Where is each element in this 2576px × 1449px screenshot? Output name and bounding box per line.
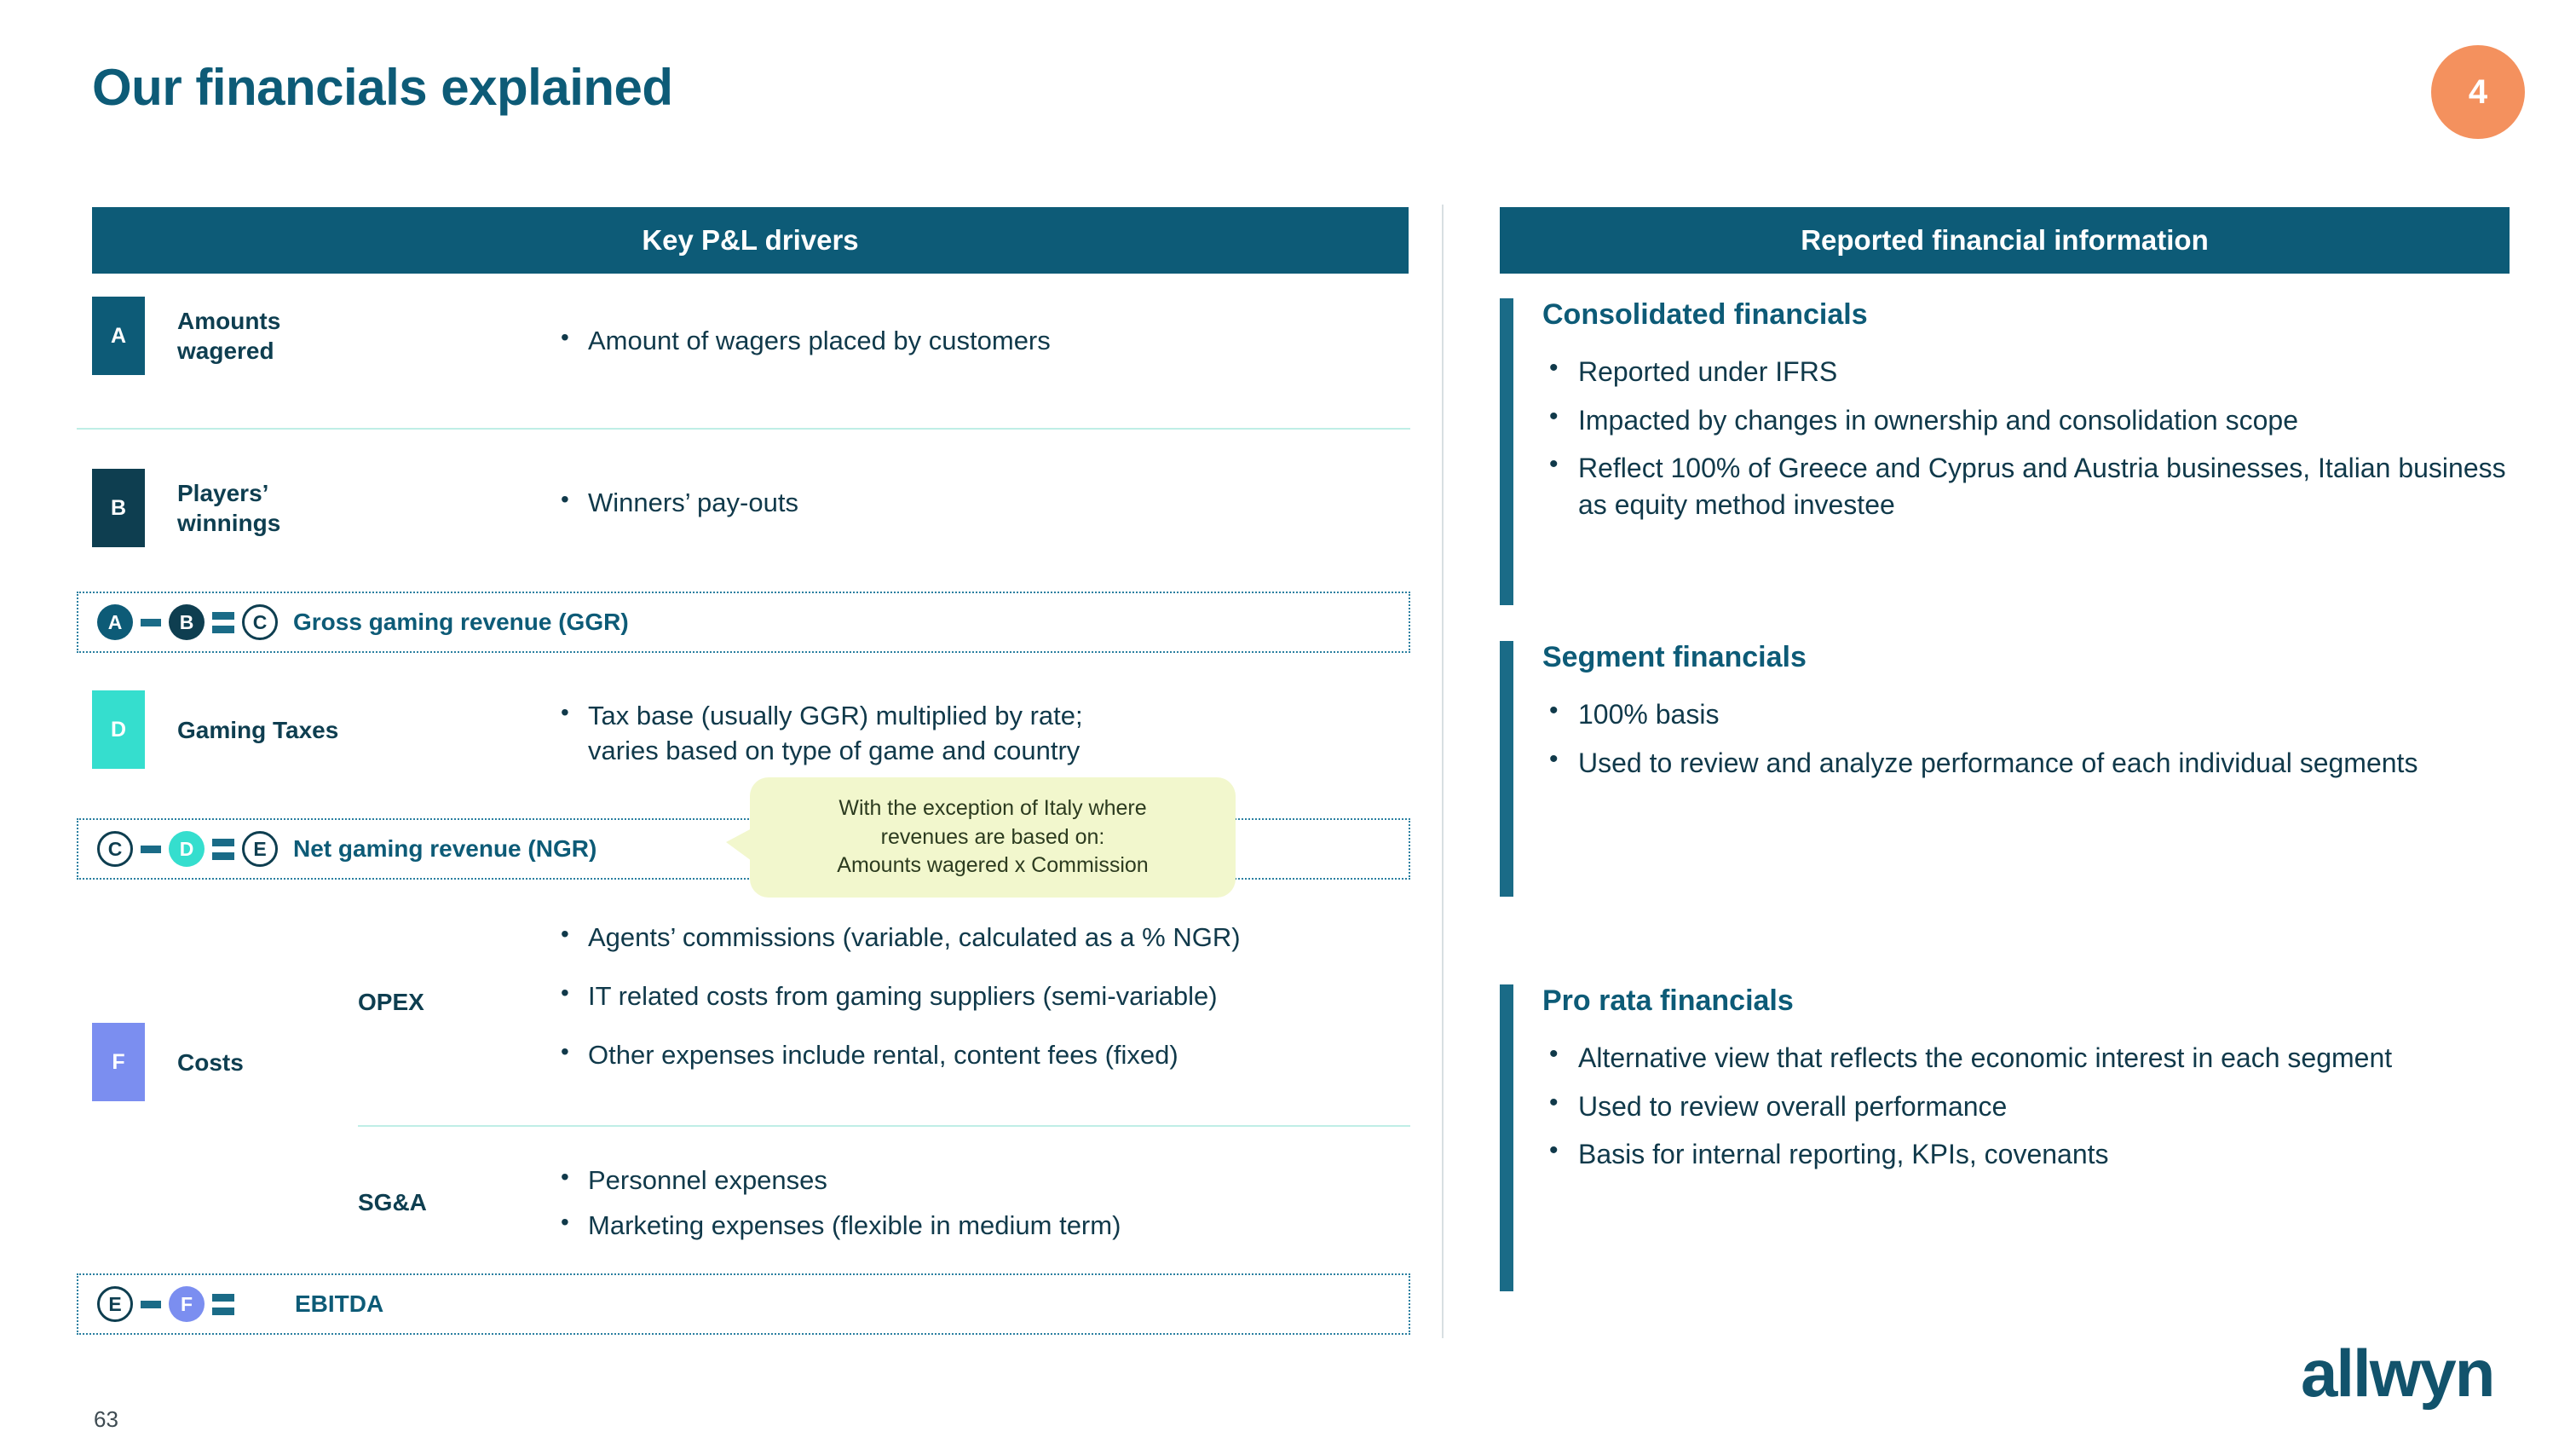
allwyn-logo: allwyn: [2301, 1336, 2495, 1411]
callout-line-3: Amounts wagered x Commission: [837, 853, 1149, 877]
section-title: Segment financials: [1542, 641, 1807, 673]
list-item: Other expenses include rental, content f…: [554, 1036, 1397, 1073]
section-accent-bar: [1500, 298, 1513, 605]
slide-canvas: Our financials explained 4 Key P&L drive…: [0, 0, 2576, 1449]
list-item: Used to review overall performance: [1542, 1086, 2510, 1125]
list-item: Marketing expenses (flexible in medium t…: [554, 1207, 1397, 1244]
equals-operator-icon: [212, 611, 234, 633]
driver-label-f: Costs: [177, 1048, 244, 1076]
formula-ggr: A B C Gross gaming revenue (GGR): [77, 592, 1410, 653]
driver-label-a: Amounts wagered: [177, 308, 281, 364]
list-item: Alternative view that reflects the econo…: [1542, 1037, 2510, 1077]
formula-term-f: F: [169, 1286, 205, 1322]
page-title: Our financials explained: [92, 59, 673, 116]
driver-tag-b: B: [92, 469, 145, 547]
section-segment-financials: Segment financials 100% basis Used to re…: [1500, 641, 2510, 897]
callout-line-1: With the exception of Italy where: [838, 796, 1147, 820]
list-item: Basis for internal reporting, KPIs, cove…: [1542, 1134, 2510, 1173]
callout-line-2: revenues are based on:: [880, 824, 1105, 849]
page-number: 63: [94, 1406, 118, 1432]
panel-divider: [1442, 205, 1444, 1338]
minus-operator-icon: [141, 845, 161, 853]
formula-term-c: C: [242, 604, 278, 640]
equals-operator-icon: [212, 838, 234, 860]
list-item: Personnel expenses: [554, 1162, 1397, 1198]
driver-row-d: D Gaming Taxes: [92, 690, 338, 769]
section-title: Consolidated financials: [1542, 298, 1868, 331]
section-pro-rata-financials: Pro rata financials Alternative view tha…: [1500, 984, 2510, 1291]
formula-label-ngr: Net gaming revenue (NGR): [293, 835, 597, 862]
driver-bullets-d: Tax base (usually GGR) multiplied by rat…: [554, 697, 1397, 774]
formula-term-e2: E: [97, 1286, 133, 1322]
formula-label-ggr: Gross gaming revenue (GGR): [293, 609, 629, 635]
minus-operator-icon: [141, 1300, 161, 1308]
formula-term-a: A: [97, 604, 133, 640]
list-item: Reflect 100% of Greece and Cyprus and Au…: [1542, 447, 2510, 522]
italy-exception-callout: With the exception of Italy where revenu…: [726, 777, 1236, 898]
list-item: Impacted by changes in ownership and con…: [1542, 400, 2510, 439]
cost-group-label-sga: SG&A: [358, 1189, 427, 1215]
section-title: Pro rata financials: [1542, 984, 1794, 1017]
driver-bullets-b: Winners’ pay-outs: [554, 484, 1397, 526]
driver-label-b: Players’ winnings: [177, 480, 281, 536]
row-divider-opex-sga: [358, 1125, 1410, 1127]
cost-bullets-sga: Personnel expenses Marketing expenses (f…: [554, 1162, 1397, 1249]
equals-operator-icon: [212, 1293, 234, 1315]
row-divider-a-b: [77, 428, 1410, 430]
section-accent-bar: [1500, 641, 1513, 897]
list-item: IT related costs from gaming suppliers (…: [554, 978, 1397, 1014]
driver-row-b: B Players’ winnings: [92, 469, 280, 547]
list-item: Winners’ pay-outs: [554, 484, 1397, 521]
list-item: Agents’ commissions (variable, calculate…: [554, 919, 1397, 955]
list-item: 100% basis: [1542, 694, 2510, 733]
list-item: Tax base (usually GGR) multiplied by rat…: [554, 697, 1397, 769]
list-item: Used to review and analyze performance o…: [1542, 742, 2510, 782]
list-item: Reported under IFRS: [1542, 351, 2510, 390]
driver-row-a: A Amounts wagered: [92, 297, 280, 375]
formula-label-ebitda: EBITDA: [295, 1290, 384, 1317]
driver-bullets-a: Amount of wagers placed by customers: [554, 322, 1397, 364]
driver-row-f: F Costs: [92, 1023, 244, 1101]
formula-term-b: B: [169, 604, 205, 640]
driver-tag-f: F: [92, 1023, 145, 1101]
cost-bullets-opex: Agents’ commissions (variable, calculate…: [554, 919, 1397, 1078]
formula-term-e: E: [242, 831, 278, 867]
driver-tag-d: D: [92, 690, 145, 769]
formula-term-d: D: [169, 831, 205, 867]
formula-term-c2: C: [97, 831, 133, 867]
driver-label-d: Gaming Taxes: [177, 716, 339, 743]
section-accent-bar: [1500, 984, 1513, 1291]
minus-operator-icon: [141, 618, 161, 626]
step-number-badge: 4: [2431, 45, 2525, 139]
list-item: Amount of wagers placed by customers: [554, 322, 1397, 359]
right-panel-header: Reported financial information: [1500, 207, 2510, 274]
driver-tag-a: A: [92, 297, 145, 375]
cost-group-label-opex: OPEX: [358, 989, 424, 1015]
formula-ebitda: E F EBITDA: [77, 1273, 1410, 1335]
callout-tail-icon: [726, 828, 752, 861]
section-consolidated-financials: Consolidated financials Reported under I…: [1500, 298, 2510, 605]
left-panel-header: Key P&L drivers: [92, 207, 1409, 274]
